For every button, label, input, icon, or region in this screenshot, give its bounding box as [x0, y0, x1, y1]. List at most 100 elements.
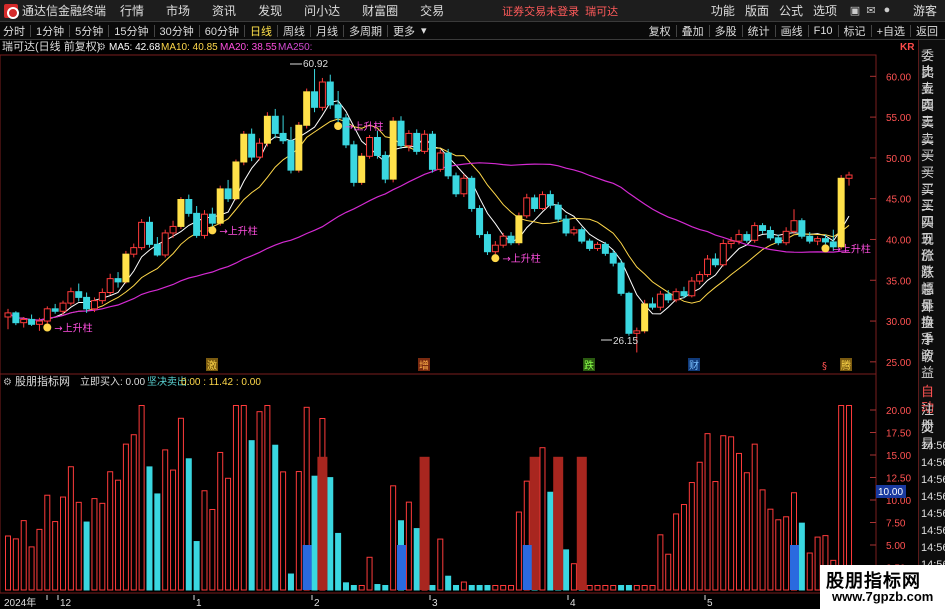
candle-body — [232, 161, 240, 200]
menu-wenxiaoda[interactable]: 问小达 — [304, 2, 340, 19]
candle-body — [601, 243, 609, 254]
ma5-label: MA5: 42.68 — [109, 42, 161, 53]
draw-line-button[interactable]: 画线 — [781, 23, 803, 39]
period-multi[interactable]: 多周期 — [349, 23, 382, 39]
restore-button[interactable]: 复权 — [649, 23, 671, 39]
period-1min[interactable]: 1分钟 — [36, 23, 64, 39]
candle-body — [696, 274, 704, 282]
tick-time: 14:56 — [921, 491, 945, 503]
indicator-values: 0.00 : 11.42 : 0.00 — [181, 377, 261, 388]
mail-icon[interactable]: ✉ — [863, 4, 879, 18]
indicator-tick-label: 5.00 — [886, 541, 906, 552]
period-fenshi[interactable]: 分时 — [3, 23, 25, 39]
period-more[interactable]: 更多 — [393, 23, 415, 39]
period-30min[interactable]: 30分钟 — [160, 23, 194, 39]
menu-jiaoyi[interactable]: 交易 — [420, 2, 444, 19]
candle-body — [311, 91, 319, 108]
event-tag[interactable]: 激 — [207, 359, 217, 372]
candle-body — [83, 296, 91, 310]
candle-body — [814, 238, 822, 242]
menu-caifuquan[interactable]: 财富圈 — [362, 2, 398, 19]
signal-bar — [790, 545, 799, 590]
candle-body — [672, 291, 680, 301]
high-price-label: 60.92 — [303, 59, 328, 70]
back-button[interactable]: 返回 — [916, 23, 938, 39]
candle-body — [798, 220, 806, 237]
event-tag[interactable]: § — [822, 361, 827, 372]
user-icon[interactable]: ● — [879, 4, 895, 18]
candle-body — [224, 188, 232, 200]
date-label: 5 — [707, 598, 713, 609]
menu-gongshi[interactable]: 公式 — [779, 2, 803, 19]
candle-body — [649, 303, 657, 308]
candle-body — [633, 330, 641, 334]
candle-body — [4, 312, 12, 318]
app-logo-icon — [4, 3, 19, 19]
menu-zixun[interactable]: 资讯 — [212, 2, 236, 19]
menu-gongneng[interactable]: 功能 — [711, 2, 735, 19]
period-weekly[interactable]: 周线 — [283, 23, 305, 39]
event-tag[interactable]: 财 — [689, 359, 699, 372]
stats-button[interactable]: 统计 — [748, 23, 770, 39]
period-60min[interactable]: 60分钟 — [205, 23, 239, 39]
candle-body — [106, 278, 114, 293]
indicator-current-value: 10.00 — [878, 487, 903, 498]
candle-body — [98, 292, 106, 302]
overlay-button[interactable]: 叠加 — [682, 23, 704, 39]
candle-body — [476, 207, 484, 236]
indicator-bar — [146, 466, 153, 591]
chevron-down-icon[interactable]: ▾ — [421, 24, 427, 37]
multi-stock-button[interactable]: 多股 — [715, 23, 737, 39]
candle-body — [20, 318, 28, 324]
app-name: 通达信金融终端 — [22, 4, 107, 18]
price-tick-label: 25.00 — [886, 358, 911, 369]
candle-body — [75, 291, 83, 298]
indicator-bar — [429, 585, 436, 591]
indicator-bar — [563, 549, 570, 591]
period-daily[interactable]: 日线 — [250, 23, 272, 39]
indicator-bar — [484, 585, 491, 591]
period-15min[interactable]: 15分钟 — [114, 23, 148, 39]
signal-label: →上升柱 — [219, 224, 257, 237]
menu-banmian[interactable]: 版面 — [745, 2, 769, 19]
menu-faxian[interactable]: 发现 — [258, 2, 282, 19]
lock-icon[interactable]: ▣ — [847, 4, 863, 18]
candle-body — [326, 81, 334, 106]
add-watchlist-button[interactable]: +自选 — [877, 23, 905, 39]
candle-body — [161, 232, 169, 256]
candle-body — [350, 144, 358, 183]
indicator-bar — [248, 440, 255, 591]
menu-shichang[interactable]: 市场 — [166, 2, 190, 19]
indicator-buy-value: 立即买入: 0.00 — [80, 375, 145, 388]
period-monthly[interactable]: 月线 — [316, 23, 338, 39]
indicator-tick-label: 15.00 — [886, 451, 911, 462]
candle-body — [130, 247, 138, 255]
event-tag[interactable]: 腾 — [841, 359, 851, 372]
money-bag-icon — [821, 244, 830, 253]
date-label: 2 — [314, 598, 320, 609]
indicator-bar — [154, 493, 161, 591]
menu-xuanxiang[interactable]: 选项 — [813, 2, 837, 19]
candle-body — [806, 235, 814, 242]
candle-body — [625, 292, 633, 334]
candle-body — [138, 221, 146, 249]
candle-body — [208, 213, 216, 224]
ma250-label: MA250: — [278, 42, 312, 53]
watermark-url: www.7gpzb.com — [832, 589, 934, 604]
watermark: 股朋指标网 www.7gpzb.com — [820, 565, 945, 609]
event-tag[interactable]: 增 — [419, 359, 429, 372]
guest-login[interactable]: 游客 — [913, 2, 937, 19]
tick-time: 14:56 — [921, 525, 945, 537]
mark-button[interactable]: 标记 — [844, 23, 866, 39]
signal-bar — [317, 456, 328, 590]
candle-body — [28, 318, 36, 325]
menu-hangqing[interactable]: 行情 — [120, 2, 144, 19]
indicator-settings-icon[interactable]: ⚙ — [3, 377, 12, 388]
settings-gear-icon[interactable]: ⚙ — [97, 42, 106, 53]
candle-body — [67, 291, 75, 304]
chart-area[interactable]: 瑞可达(日线 前复权) ⚙ MA5: 42.68 MA10: 40.85 MA2… — [0, 40, 918, 609]
event-tag[interactable]: 跌 — [584, 359, 594, 372]
period-5min[interactable]: 5分钟 — [75, 23, 103, 39]
candle-body — [216, 188, 224, 224]
f10-button[interactable]: F10 — [814, 25, 833, 37]
